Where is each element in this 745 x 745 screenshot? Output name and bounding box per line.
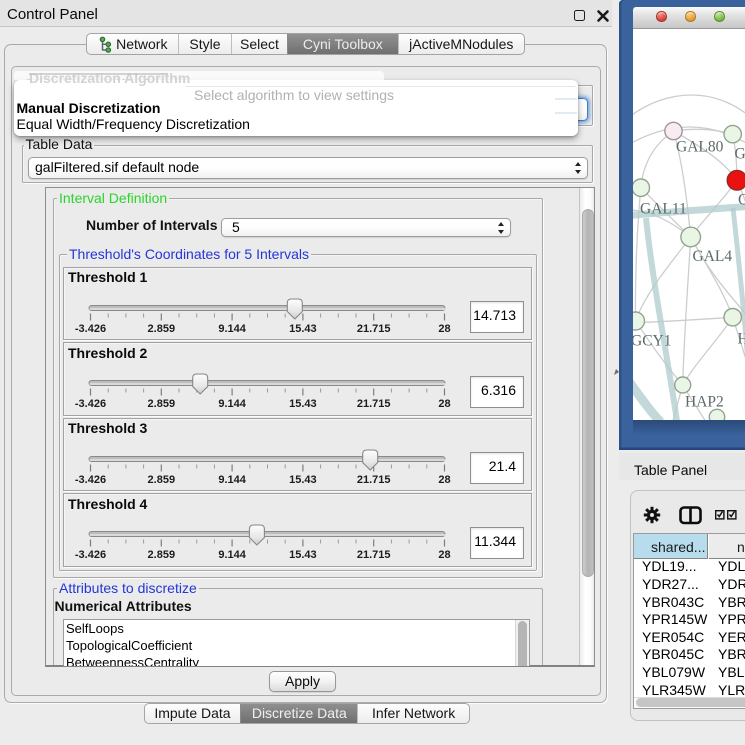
svg-text:2.859: 2.859: [147, 398, 175, 410]
svg-text:-3.426: -3.426: [74, 549, 105, 561]
svg-text:21.715: 21.715: [356, 398, 390, 410]
svg-text:9.144: 9.144: [218, 398, 246, 410]
svg-text:H: H: [738, 330, 745, 347]
svg-text:15.43: 15.43: [289, 549, 317, 561]
svg-text:C: C: [738, 191, 745, 208]
svg-text:9.144: 9.144: [218, 474, 246, 486]
svg-text:2.859: 2.859: [147, 323, 175, 335]
svg-text:GAL11: GAL11: [640, 200, 687, 217]
svg-text:GCY1: GCY1: [633, 332, 671, 349]
svg-text:2.859: 2.859: [147, 549, 175, 561]
svg-text:15.43: 15.43: [289, 323, 317, 335]
svg-text:-3.426: -3.426: [74, 398, 105, 410]
svg-text:-3.426: -3.426: [74, 474, 105, 486]
svg-text:GAL80: GAL80: [676, 138, 724, 155]
svg-text:21.715: 21.715: [356, 549, 390, 561]
svg-text:2.859: 2.859: [147, 474, 175, 486]
svg-text:-3.426: -3.426: [74, 323, 105, 335]
svg-text:9.144: 9.144: [218, 323, 246, 335]
svg-text:28: 28: [438, 398, 450, 410]
svg-text:28: 28: [438, 474, 450, 486]
svg-text:15.43: 15.43: [289, 474, 317, 486]
svg-text:21.715: 21.715: [356, 323, 390, 335]
svg-text:G.: G.: [735, 145, 745, 162]
svg-text:28: 28: [438, 549, 450, 561]
svg-text:21.715: 21.715: [356, 474, 390, 486]
svg-text:15.43: 15.43: [289, 398, 317, 410]
svg-text:HAP2: HAP2: [685, 393, 724, 410]
svg-text:28: 28: [438, 323, 450, 335]
svg-text:GAL4: GAL4: [693, 248, 733, 265]
svg-text:9.144: 9.144: [218, 549, 246, 561]
